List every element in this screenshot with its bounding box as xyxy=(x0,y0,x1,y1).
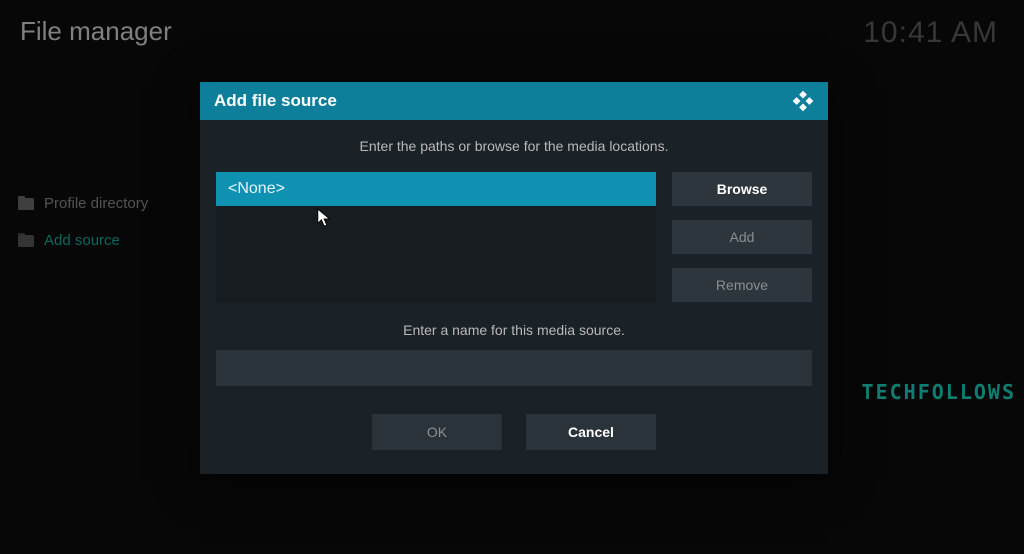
instruction-text: Enter the paths or browse for the media … xyxy=(216,138,812,154)
name-prompt: Enter a name for this media source. xyxy=(216,322,812,338)
source-name-input[interactable] xyxy=(216,350,812,386)
dialog-title-bar: Add file source xyxy=(200,82,828,120)
remove-button[interactable]: Remove xyxy=(672,268,812,302)
path-list[interactable]: <None> xyxy=(216,172,656,302)
ok-button[interactable]: OK xyxy=(372,414,502,450)
cancel-button[interactable]: Cancel xyxy=(526,414,656,450)
watermark-text: TECHFOLLOWS xyxy=(862,380,1016,404)
add-button[interactable]: Add xyxy=(672,220,812,254)
path-entry-selected[interactable]: <None> xyxy=(216,172,656,206)
browse-button[interactable]: Browse xyxy=(672,172,812,206)
dialog-title: Add file source xyxy=(214,91,337,111)
kodi-logo-icon xyxy=(792,90,814,112)
add-file-source-dialog: Add file source Enter the paths or brows… xyxy=(200,82,828,474)
